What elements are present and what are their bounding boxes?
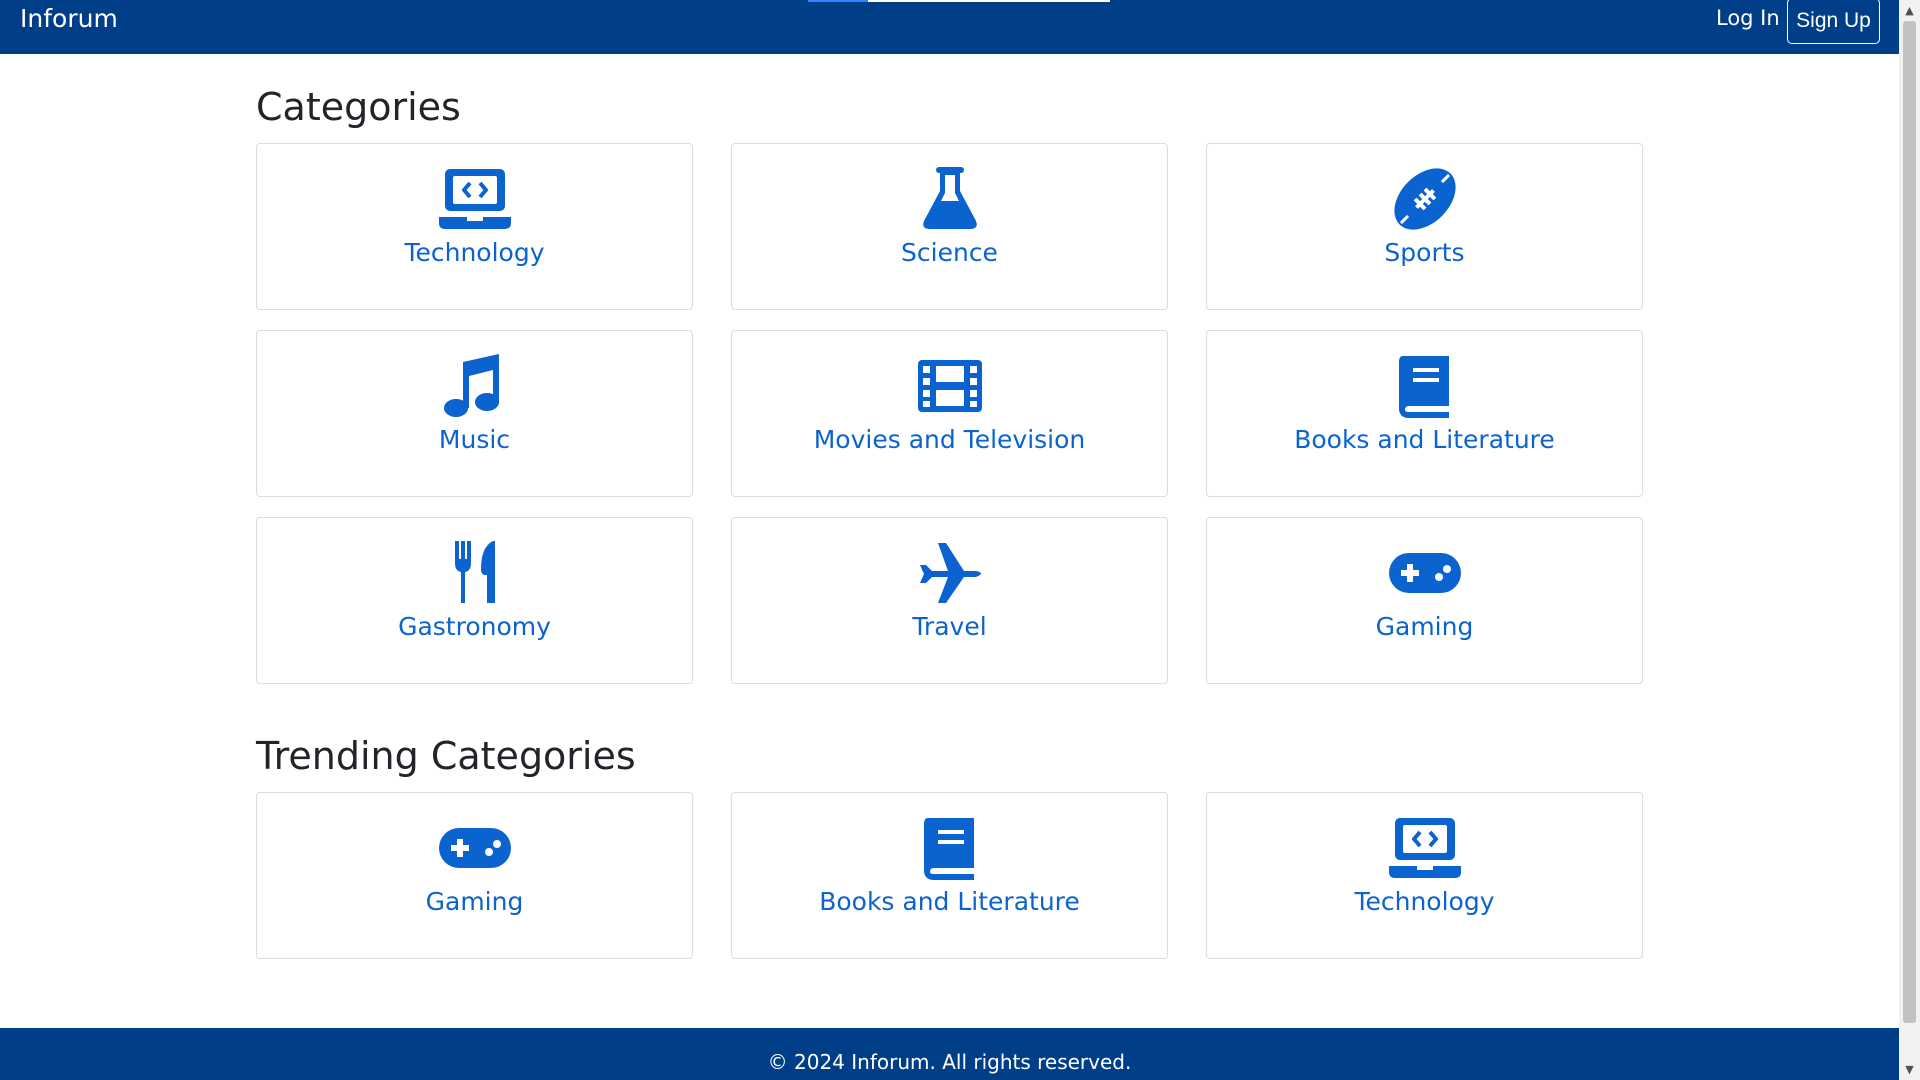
login-link[interactable]: Log In [1716,6,1780,30]
footer-copyright: © 2024 Inforum. All rights reserved. [767,1050,1132,1074]
trending-categories-heading: Trending Categories [256,734,636,778]
category-card-technology[interactable]: Technology [256,143,693,310]
categories-heading: Categories [256,85,461,129]
category-card-books-and-literature[interactable]: Books and Literature [1206,330,1643,497]
utensils-icon [437,541,513,605]
signup-button[interactable]: Sign Up [1787,0,1880,44]
plane-icon [912,541,988,605]
trending-label: Technology [1354,887,1495,916]
book-icon [1387,354,1463,418]
film-icon [912,354,988,418]
music-icon [437,354,513,418]
laptop-code-icon [1387,816,1463,880]
category-card-music[interactable]: Music [256,330,693,497]
category-card-gaming[interactable]: Gaming [1206,517,1643,684]
brand-logo-link[interactable]: Inforum [20,4,118,33]
trending-card-books-and-literature[interactable]: Books and Literature [731,792,1168,959]
scrollbar-thumb[interactable] [1903,21,1916,1023]
category-card-sports[interactable]: Sports [1206,143,1643,310]
category-label: Gaming [1375,612,1474,641]
category-label: Music [438,425,511,454]
category-card-movies-and-television[interactable]: Movies and Television [731,330,1168,497]
category-card-science[interactable]: Science [731,143,1168,310]
category-label: Gastronomy [398,612,551,641]
trending-label: Books and Literature [819,887,1080,916]
category-label: Travel [912,612,987,641]
category-card-travel[interactable]: Travel [731,517,1168,684]
flask-icon [912,167,988,231]
page-footer: © 2024 Inforum. All rights reserved. [0,1028,1899,1080]
gamepad-icon [437,816,513,880]
scroll-down-arrow-icon[interactable]: ▼ [1899,1059,1920,1080]
book-icon [912,816,988,880]
category-label: Science [901,238,998,267]
category-label: Books and Literature [1294,425,1555,454]
trending-card-gaming[interactable]: Gaming [256,792,693,959]
laptop-code-icon [437,167,513,231]
vertical-scrollbar[interactable]: ▲ ▼ [1899,0,1920,1080]
category-card-gastronomy[interactable]: Gastronomy [256,517,693,684]
trending-card-technology[interactable]: Technology [1206,792,1643,959]
category-label: Movies and Television [813,425,1086,454]
trending-label: Gaming [425,887,524,916]
nav-underline-accent [808,0,868,2]
gamepad-icon [1387,541,1463,605]
scroll-up-arrow-icon[interactable]: ▲ [1899,0,1920,21]
football-icon [1387,167,1463,231]
top-navbar: Inforum Log In Sign Up [0,0,1899,54]
category-label: Sports [1384,238,1465,267]
category-label: Technology [404,238,545,267]
